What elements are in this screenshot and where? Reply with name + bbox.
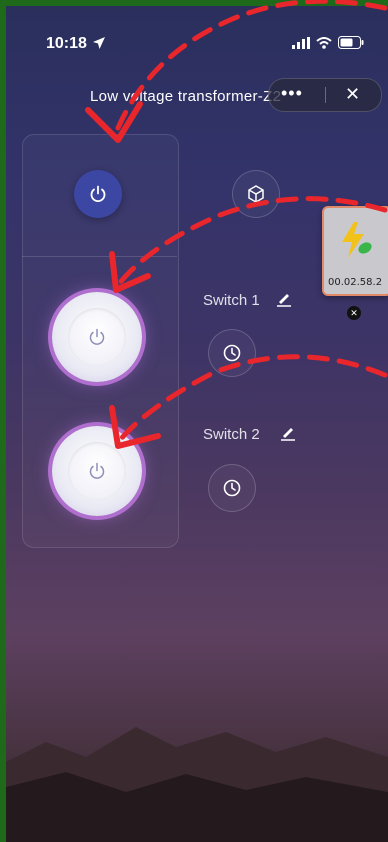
panel-divider <box>22 256 177 257</box>
status-icons <box>292 36 364 49</box>
more-button[interactable]: ••• <box>281 83 303 104</box>
switch-1-label: Switch 1 <box>203 292 260 309</box>
timer-icon <box>223 479 241 497</box>
switch-2-power-button[interactable] <box>52 426 142 516</box>
switch-2-timer-button[interactable] <box>208 464 256 512</box>
master-power-button[interactable] <box>74 170 122 218</box>
floating-card-close-button[interactable]: ✕ <box>347 306 361 320</box>
mountain-background <box>6 727 388 842</box>
switch-1-power-button[interactable] <box>52 292 142 382</box>
power-icon <box>90 185 106 203</box>
battery-icon <box>338 36 364 49</box>
power-icon <box>89 462 105 479</box>
capsule-divider <box>325 87 326 103</box>
wifi-icon <box>316 36 332 49</box>
edit-icon[interactable] <box>276 291 292 307</box>
signal-icon <box>292 36 310 49</box>
switch-1-power-inner <box>68 308 126 366</box>
close-button[interactable]: ✕ <box>345 84 360 105</box>
version-label: 00.02.58.2 <box>328 277 383 288</box>
miniapp-capsule: ••• ✕ <box>268 78 382 112</box>
cube-icon <box>248 185 264 203</box>
scene-cube-button[interactable] <box>232 170 280 218</box>
bolt-leaf-icon <box>342 222 372 258</box>
status-bar: 10:18 <box>6 32 388 56</box>
floating-app-card[interactable]: 00.02.58.2 <box>322 206 388 296</box>
switch-2-label: Switch 2 <box>203 426 260 443</box>
edit-icon[interactable] <box>280 425 296 441</box>
power-icon <box>89 328 105 345</box>
switch-2-power-inner <box>68 442 126 500</box>
app-screen: 10:18 Low voltage transformer-Z2 ••• ✕ S… <box>6 6 388 842</box>
location-arrow-icon <box>93 37 105 49</box>
timer-icon <box>223 344 241 362</box>
status-time: 10:18 <box>46 35 87 52</box>
switch-1-timer-button[interactable] <box>208 329 256 377</box>
